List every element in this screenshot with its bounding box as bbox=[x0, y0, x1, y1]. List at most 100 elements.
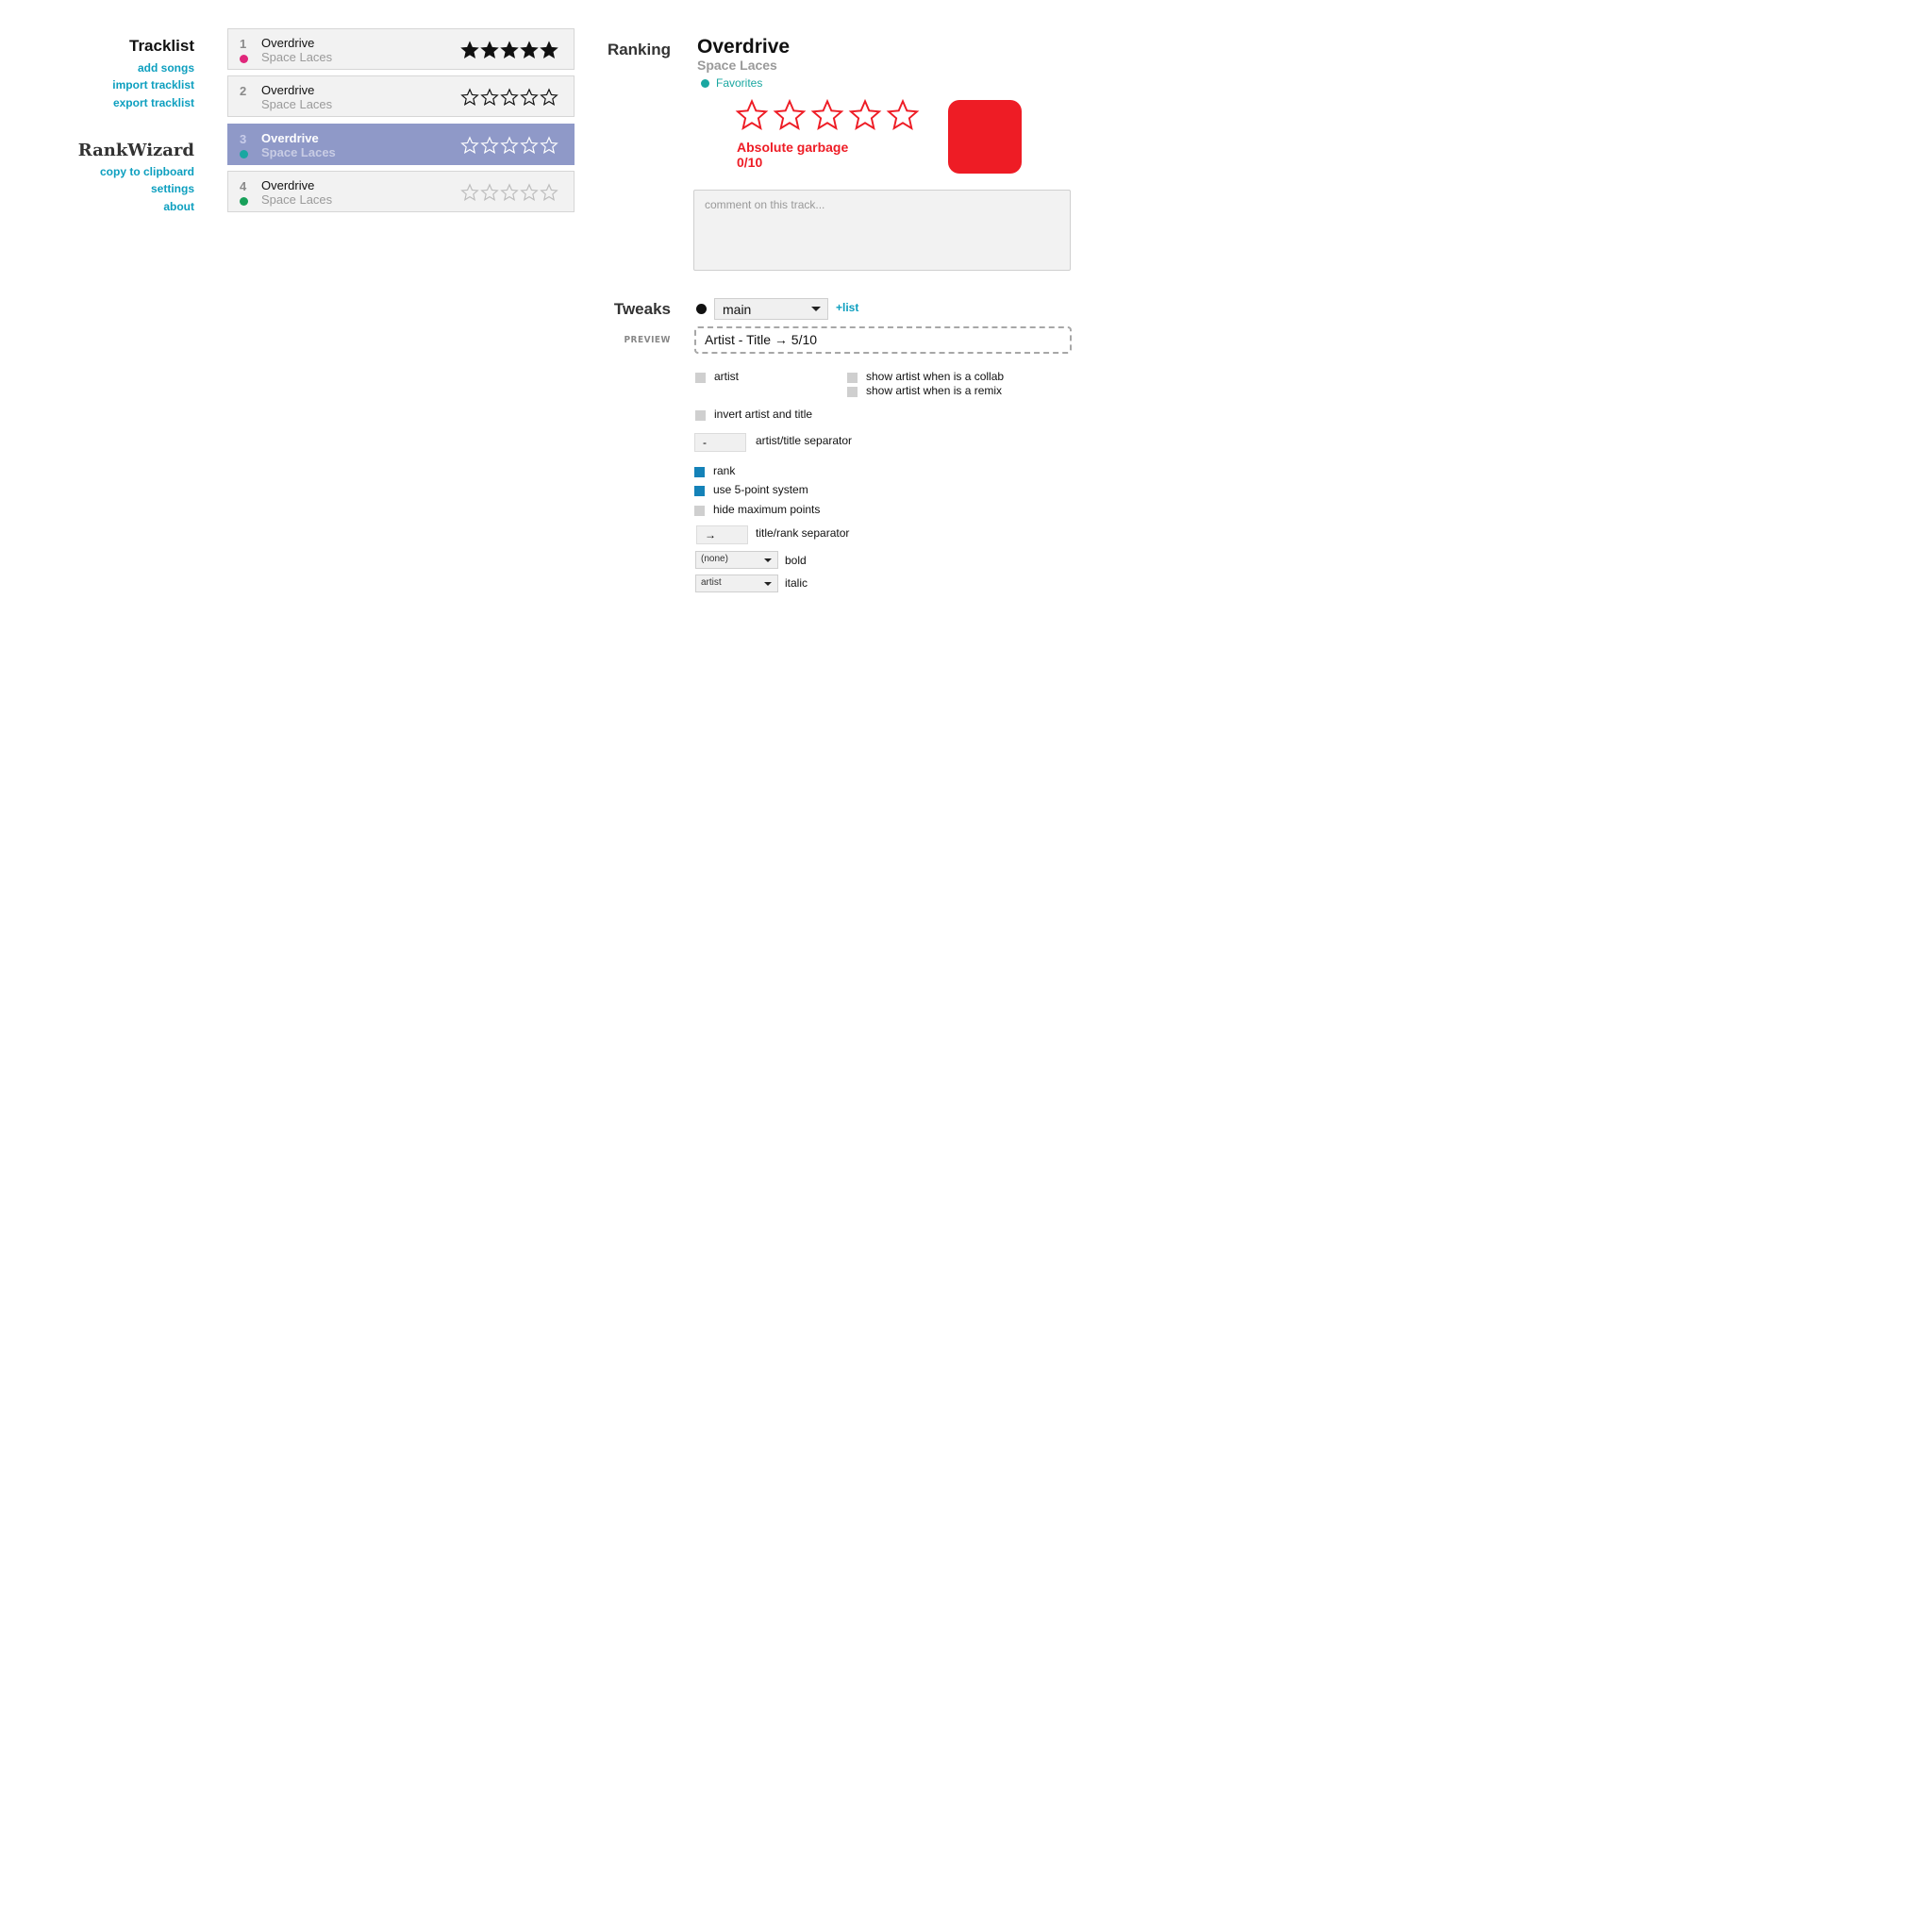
preview-output: Artist - Title → 5/10 bbox=[694, 326, 1072, 354]
star-outline-icon bbox=[520, 88, 539, 106]
star-outline-icon bbox=[480, 136, 499, 154]
star-outline-icon bbox=[540, 88, 558, 106]
track-number: 1 bbox=[240, 37, 247, 51]
track-rating bbox=[460, 88, 558, 107]
artist-title-separator-input[interactable] bbox=[694, 433, 746, 452]
track-rating bbox=[460, 183, 558, 202]
star-filled-icon bbox=[480, 41, 499, 58]
star-outline-icon bbox=[886, 98, 920, 130]
track-row[interactable]: 2 Overdrive Space Laces bbox=[227, 75, 575, 117]
star-outline-icon bbox=[500, 183, 519, 201]
import-tracklist-link[interactable]: import tracklist bbox=[43, 78, 194, 92]
bold-option-label: bold bbox=[785, 554, 807, 567]
chevron-down-icon bbox=[764, 582, 772, 586]
app-logo: RankWizard bbox=[77, 141, 194, 160]
track-title: Overdrive bbox=[261, 178, 315, 192]
track-title: Overdrive bbox=[261, 131, 319, 145]
chevron-down-icon bbox=[764, 558, 772, 562]
add-list-button[interactable]: +list bbox=[836, 301, 858, 314]
bold-select-value: (none) bbox=[701, 554, 728, 564]
list-color-dot bbox=[240, 55, 248, 63]
star-filled-icon bbox=[540, 41, 558, 58]
rank-option-label: rank bbox=[713, 464, 736, 477]
score-text: 0/10 bbox=[737, 155, 763, 170]
ranking-track-artist: Space Laces bbox=[697, 58, 777, 73]
track-rating bbox=[460, 41, 558, 59]
list-color-dot bbox=[696, 304, 707, 314]
list-name[interactable]: Favorites bbox=[716, 76, 762, 90]
star-outline-icon bbox=[460, 136, 479, 154]
track-row-selected[interactable]: 3 Overdrive Space Laces bbox=[227, 124, 575, 165]
rating-verdict: Absolute garbage 0/10 bbox=[737, 140, 848, 170]
hide-max-checkbox[interactable] bbox=[694, 506, 705, 516]
list-select-value: main bbox=[723, 302, 752, 317]
tracklist-heading: Tracklist bbox=[129, 37, 194, 55]
star-outline-icon bbox=[500, 136, 519, 154]
star-outline-icon bbox=[848, 98, 882, 130]
five-point-checkbox[interactable] bbox=[694, 486, 705, 496]
about-link[interactable]: about bbox=[43, 200, 194, 213]
collab-checkbox[interactable] bbox=[847, 373, 858, 383]
track-rating bbox=[460, 136, 558, 155]
track-number: 4 bbox=[240, 179, 247, 193]
italic-option-label: italic bbox=[785, 576, 808, 590]
star-outline-icon bbox=[480, 183, 499, 201]
remix-checkbox[interactable] bbox=[847, 387, 858, 397]
star-outline-icon bbox=[735, 98, 769, 130]
track-artist: Space Laces bbox=[261, 145, 336, 159]
star-outline-icon bbox=[540, 183, 558, 201]
star-outline-icon bbox=[810, 98, 844, 130]
artist-option-label: artist bbox=[714, 370, 740, 383]
rank-checkbox[interactable] bbox=[694, 467, 705, 477]
track-artist: Space Laces bbox=[261, 192, 333, 207]
track-row[interactable]: 4 Overdrive Space Laces bbox=[227, 171, 575, 212]
star-outline-icon bbox=[500, 88, 519, 106]
five-point-option-label: use 5-point system bbox=[713, 483, 808, 496]
ranking-heading: Ranking bbox=[607, 41, 671, 58]
italic-select[interactable]: artist bbox=[695, 575, 778, 592]
chevron-down-icon bbox=[811, 307, 821, 311]
star-filled-icon bbox=[460, 41, 479, 58]
track-title: Overdrive bbox=[261, 36, 315, 50]
star-filled-icon bbox=[520, 41, 539, 58]
track-number: 2 bbox=[240, 84, 247, 98]
title-rank-separator-input[interactable] bbox=[696, 525, 748, 544]
artist-title-separator-label: artist/title separator bbox=[756, 434, 853, 447]
copy-to-clipboard-link[interactable]: copy to clipboard bbox=[43, 165, 194, 178]
bold-select[interactable]: (none) bbox=[695, 551, 778, 569]
rating-stars[interactable] bbox=[735, 98, 920, 132]
star-outline-icon bbox=[540, 136, 558, 154]
star-outline-icon bbox=[520, 136, 539, 154]
hide-max-option-label: hide maximum points bbox=[713, 503, 821, 516]
list-select[interactable]: main bbox=[714, 298, 828, 320]
settings-link[interactable]: settings bbox=[43, 182, 194, 195]
collab-option-label: show artist when is a collab bbox=[866, 370, 1005, 383]
track-number: 3 bbox=[240, 132, 247, 146]
invert-checkbox[interactable] bbox=[695, 410, 706, 421]
list-color-dot bbox=[240, 150, 248, 158]
invert-option-label: invert artist and title bbox=[714, 408, 813, 421]
star-outline-icon bbox=[520, 183, 539, 201]
remix-option-label: show artist when is a remix bbox=[866, 384, 1003, 397]
preview-heading: PREVIEW bbox=[624, 335, 671, 345]
star-outline-icon bbox=[460, 88, 479, 106]
star-outline-icon bbox=[460, 183, 479, 201]
track-title: Overdrive bbox=[261, 83, 315, 97]
tweaks-heading: Tweaks bbox=[613, 300, 671, 318]
title-rank-separator-label: title/rank separator bbox=[756, 526, 850, 540]
star-outline-icon bbox=[480, 88, 499, 106]
ranking-track-title: Overdrive bbox=[697, 36, 791, 58]
export-tracklist-link[interactable]: export tracklist bbox=[43, 96, 194, 109]
track-artist: Space Laces bbox=[261, 97, 333, 111]
verdict-text: Absolute garbage bbox=[737, 140, 849, 155]
italic-select-value: artist bbox=[701, 577, 722, 588]
track-row[interactable]: 1 Overdrive Space Laces bbox=[227, 28, 575, 70]
star-filled-icon bbox=[500, 41, 519, 58]
rating-color-swatch bbox=[948, 100, 1022, 174]
list-color-dot bbox=[701, 79, 709, 88]
add-songs-link[interactable]: add songs bbox=[43, 61, 194, 75]
artist-checkbox[interactable] bbox=[695, 373, 706, 383]
comment-input[interactable] bbox=[693, 190, 1071, 271]
track-artist: Space Laces bbox=[261, 50, 333, 64]
star-outline-icon bbox=[773, 98, 807, 130]
